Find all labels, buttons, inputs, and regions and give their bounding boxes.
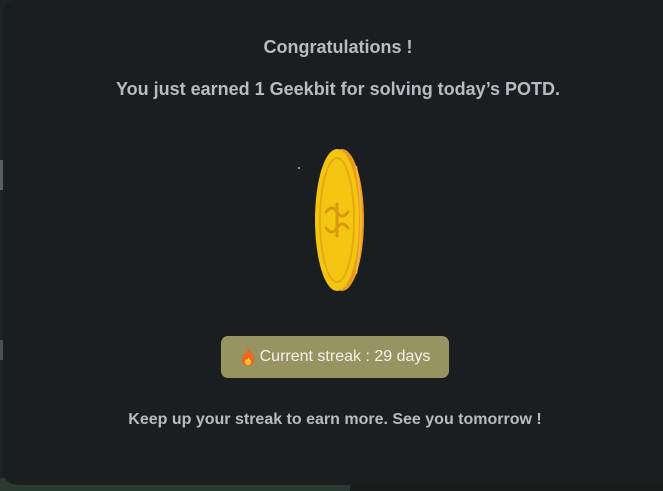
modal-title: Congratulations !: [263, 37, 413, 57]
streak-text: Current streak : 29 days: [259, 348, 431, 365]
fire-icon: [240, 347, 256, 367]
streak-badge: Current streak : 29 days: [221, 336, 449, 378]
modal-subtitle: You just earned 1 Geekbit for solving to…: [115, 79, 561, 99]
geekbit-coin-icon: [296, 144, 376, 296]
footer-message: Keep up your streak to earn more. See yo…: [128, 411, 542, 428]
